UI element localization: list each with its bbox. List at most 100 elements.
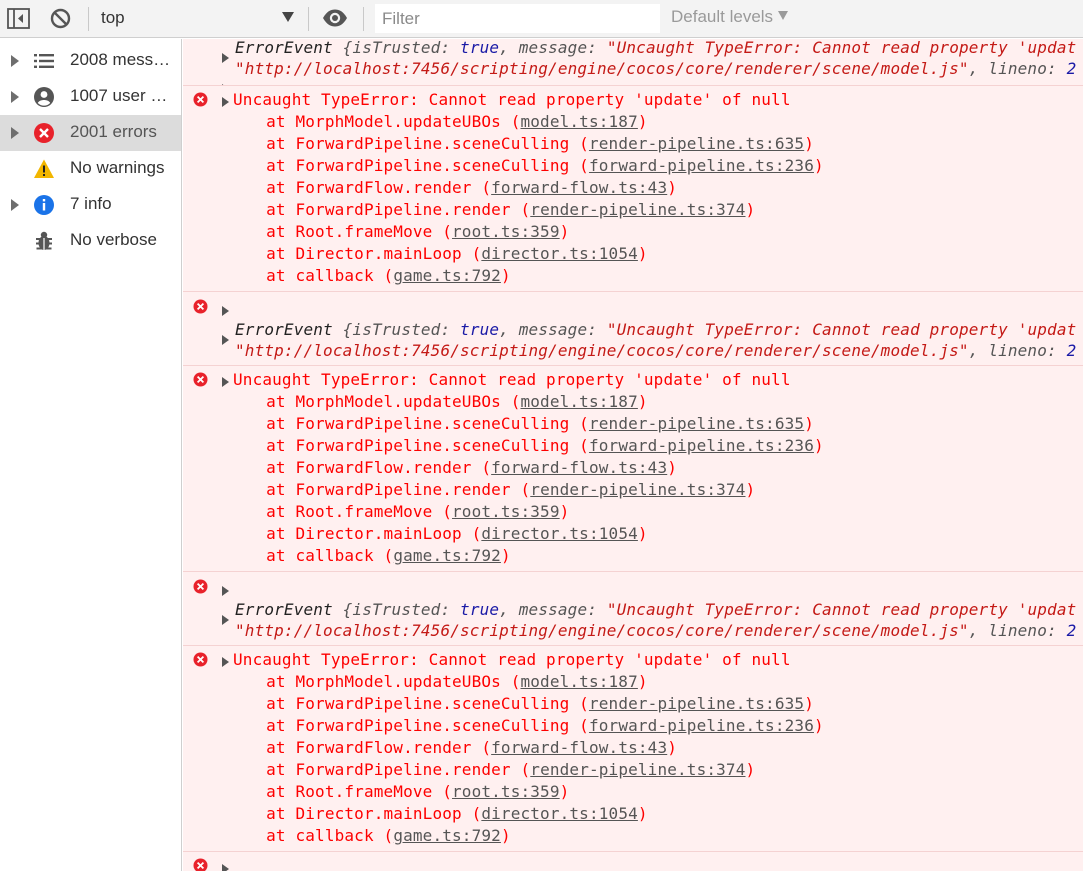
expand-arrow-icon[interactable] (222, 615, 229, 625)
error-icon (33, 122, 55, 144)
stack-frame-function: at ForwardPipeline.sceneCulling ( (227, 694, 589, 713)
sidebar-item-errors[interactable]: 2001 errors (0, 115, 181, 151)
console-toolbar: top Default levels (0, 0, 1083, 38)
source-link[interactable]: director.ts:1054 (481, 524, 638, 543)
stack-frame-close: ) (637, 392, 648, 411)
error-event-message[interactable]: ErrorEvent {isTrusted: true, message: "U… (183, 571, 1083, 656)
error-icon (193, 858, 208, 871)
stack-frame-function: at ForwardPipeline.sceneCulling ( (227, 156, 589, 175)
log-levels-dropdown[interactable]: Default levels (671, 7, 789, 27)
error-message[interactable]: Uncaught TypeError: Cannot read property… (183, 645, 1083, 851)
sidebar-item-messages[interactable]: 2008 messa… (0, 43, 181, 79)
error-event-message[interactable]: ErrorEvent {isTrusted: true, message: "U… (183, 291, 1083, 376)
event-value-bool: true (460, 600, 500, 619)
toolbar-divider (308, 7, 309, 31)
stack-frame-close: ) (637, 244, 648, 263)
expand-arrow-icon[interactable] (11, 199, 19, 211)
stack-frame-function: at ForwardFlow.render ( (227, 458, 492, 477)
toolbar-divider (363, 7, 364, 31)
stack-frame-close: ) (667, 178, 678, 197)
error-icon (193, 372, 208, 387)
error-message[interactable]: Uncaught TypeError: Cannot read property… (183, 365, 1083, 571)
event-type-name: ErrorEvent (235, 600, 343, 619)
source-link[interactable]: director.ts:1054 (481, 244, 638, 263)
stack-frame-close: ) (559, 502, 570, 521)
expand-arrow-icon[interactable] (11, 55, 19, 67)
stack-frame-function: at ForwardPipeline.sceneCulling ( (227, 414, 589, 433)
expand-arrow-icon[interactable] (222, 586, 229, 596)
error-event-message[interactable] (183, 851, 1083, 871)
sidebar-item-warnings[interactable]: No warnings (0, 151, 181, 187)
log-levels-label: Default levels (671, 7, 774, 26)
source-link[interactable]: render-pipeline.ts:635 (589, 694, 804, 713)
event-comma: , (968, 621, 989, 640)
stack-frame-close: ) (500, 266, 511, 285)
source-link[interactable]: render-pipeline.ts:374 (530, 200, 745, 219)
expand-arrow-icon[interactable] (222, 335, 229, 345)
expand-arrow-icon[interactable] (222, 864, 229, 871)
stack-frame: at callback (game.ts:792) (227, 546, 511, 565)
list-icon (33, 50, 55, 72)
source-link[interactable]: root.ts:359 (452, 222, 560, 241)
event-value-number: 2 (1066, 341, 1077, 360)
source-link[interactable]: render-pipeline.ts:635 (589, 414, 804, 433)
source-link[interactable]: render-pipeline.ts:374 (530, 480, 745, 499)
expand-arrow-icon[interactable] (222, 657, 229, 667)
source-link[interactable]: director.ts:1054 (481, 804, 638, 823)
source-link[interactable]: game.ts:792 (393, 826, 501, 845)
stack-frame-close: ) (500, 546, 511, 565)
stack-frame: at ForwardPipeline.sceneCulling (render-… (227, 414, 814, 433)
context-selector[interactable]: top (90, 4, 300, 34)
error-text: Uncaught TypeError: Cannot read property… (233, 90, 791, 109)
source-link[interactable]: root.ts:359 (452, 502, 560, 521)
source-link[interactable]: game.ts:792 (393, 546, 501, 565)
stack-frame-close: ) (637, 804, 648, 823)
event-key: isTrusted: (352, 600, 461, 619)
sidebar-item-verbose[interactable]: No verbose (0, 223, 181, 259)
stack-frame: at callback (game.ts:792) (227, 266, 511, 285)
event-value-number: 2 (1066, 621, 1077, 640)
live-expression-eye-icon[interactable] (322, 8, 348, 28)
sidebar-item-info[interactable]: 7 info (0, 187, 181, 223)
expand-arrow-icon[interactable] (222, 306, 229, 316)
stack-frame: at Root.frameMove (root.ts:359) (227, 502, 569, 521)
stack-frame-function: at ForwardFlow.render ( (227, 178, 492, 197)
stack-frame-close: ) (745, 480, 756, 499)
sidebar-toggle-icon[interactable] (7, 8, 30, 29)
sidebar-item-user-messages[interactable]: 1007 user m… (0, 79, 181, 115)
filter-input[interactable] (375, 4, 660, 33)
source-link[interactable]: game.ts:792 (393, 266, 501, 285)
error-icon (193, 652, 208, 667)
source-link[interactable]: forward-pipeline.ts:236 (589, 716, 814, 735)
source-link[interactable]: forward-pipeline.ts:236 (589, 436, 814, 455)
stack-frame-function: at Director.mainLoop ( (227, 524, 482, 543)
source-link[interactable]: model.ts:187 (520, 112, 637, 131)
source-link[interactable]: model.ts:187 (520, 672, 637, 691)
source-link[interactable]: render-pipeline.ts:374 (530, 760, 745, 779)
error-event-message[interactable]: ErrorEvent {isTrusted: true, message: "U… (183, 39, 1083, 94)
event-comma: , (499, 600, 519, 619)
source-link[interactable]: root.ts:359 (452, 782, 560, 801)
expand-arrow-icon[interactable] (222, 53, 229, 63)
source-link[interactable]: forward-flow.ts:43 (491, 458, 667, 477)
source-link[interactable]: forward-flow.ts:43 (491, 178, 667, 197)
event-key: lineno: (988, 59, 1067, 78)
source-link[interactable]: forward-pipeline.ts:236 (589, 156, 814, 175)
stack-frame-function: at MorphModel.updateUBOs ( (227, 392, 521, 411)
error-message[interactable]: Uncaught TypeError: Cannot read property… (183, 85, 1083, 291)
stack-frame-function: at Root.frameMove ( (227, 782, 453, 801)
expand-arrow-icon[interactable] (222, 377, 229, 387)
expand-arrow-icon[interactable] (11, 91, 19, 103)
stack-frame: at MorphModel.updateUBOs (model.ts:187) (227, 672, 648, 691)
source-link[interactable]: forward-flow.ts:43 (491, 738, 667, 757)
stack-frame-function: at ForwardPipeline.sceneCulling ( (227, 134, 589, 153)
stack-frame-close: ) (500, 826, 511, 845)
expand-arrow-icon[interactable] (222, 97, 229, 107)
event-type-name: ErrorEvent (235, 39, 343, 57)
source-link[interactable]: render-pipeline.ts:635 (589, 134, 804, 153)
event-key: message: (518, 320, 607, 339)
sidebar-item-label: No verbose (70, 230, 157, 249)
source-link[interactable]: model.ts:187 (520, 392, 637, 411)
expand-arrow-icon[interactable] (11, 127, 19, 139)
clear-console-icon[interactable] (49, 7, 72, 30)
